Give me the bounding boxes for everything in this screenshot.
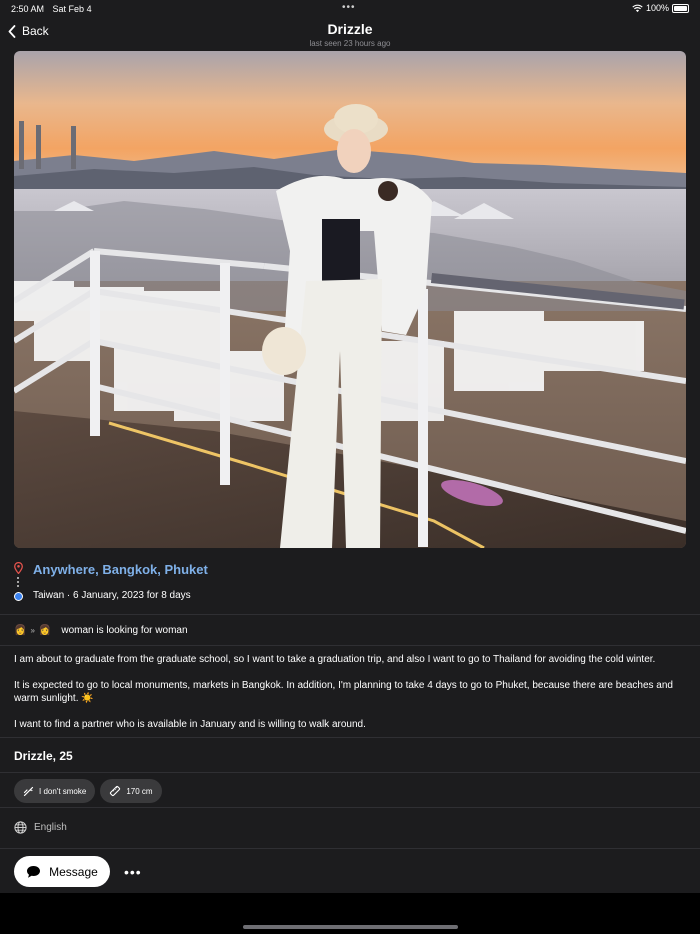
route-dots — [17, 577, 19, 589]
no-smoking-icon — [23, 786, 34, 796]
more-options-button[interactable]: ••• — [124, 864, 142, 880]
trip-location: Anywhere, Bangkok, Phuket Taiwan · 6 Jan… — [14, 560, 694, 610]
double-chevron-icon: » — [30, 626, 35, 635]
chip-no-smoking: I don't smoke — [14, 779, 96, 803]
chip-height: 170 cm — [100, 779, 162, 803]
globe-icon — [14, 821, 27, 834]
chip-label: 170 cm — [126, 786, 153, 796]
sun-emoji-icon: ☀️ — [81, 693, 94, 704]
divider — [0, 645, 700, 646]
looking-for: 👩 » 👩 woman is looking for woman — [14, 625, 188, 636]
wifi-icon — [632, 4, 643, 12]
status-left: 2:50 AM Sat Feb 4 — [11, 4, 98, 14]
divider — [0, 614, 700, 615]
woman-emoji-icon: 👩 — [38, 625, 52, 636]
destination-link[interactable]: Anywhere, Bangkok, Phuket — [33, 562, 208, 577]
description-paragraph: It is expected to go to local monuments,… — [14, 680, 673, 704]
woman-emoji-icon: 👩 — [14, 625, 27, 636]
chat-bubble-icon — [27, 865, 41, 878]
status-right: 100% — [632, 3, 689, 13]
battery-icon — [672, 3, 689, 13]
chip-label: I don't smoke — [39, 786, 87, 796]
battery-percent: 100% — [645, 3, 669, 13]
status-date: Sat Feb 4 — [52, 4, 92, 14]
divider — [0, 848, 700, 849]
status-bar: 2:50 AM Sat Feb 4 ••• 100% — [0, 0, 700, 18]
description-paragraph: I want to find a partner who is availabl… — [14, 719, 366, 730]
languages: English — [14, 821, 67, 834]
language-label: English — [34, 822, 67, 833]
map-pin-icon — [14, 562, 23, 574]
divider — [0, 737, 700, 738]
trip-description: I am about to graduate from the graduate… — [14, 653, 690, 731]
looking-for-text: woman is looking for woman — [61, 625, 188, 636]
divider — [0, 807, 700, 808]
description-paragraph: I am about to graduate from the graduate… — [14, 654, 656, 665]
origin-and-dates: Taiwan · 6 January, 2023 for 8 days — [33, 590, 191, 601]
name-age: Drizzle, 25 — [14, 749, 73, 763]
action-bar: Message ••• — [14, 856, 142, 887]
last-seen-status: last seen 23 hours ago — [309, 39, 391, 48]
page-title: Drizzle — [327, 21, 373, 37]
multitask-dots-icon[interactable]: ••• — [342, 2, 356, 13]
bottom-bar — [0, 893, 700, 934]
profile-photo[interactable] — [14, 51, 686, 548]
navigation-bar: Back Drizzle last seen 23 hours ago — [0, 18, 700, 51]
status-time: 2:50 AM — [11, 4, 45, 14]
ruler-icon — [110, 785, 121, 797]
message-button[interactable]: Message — [14, 856, 110, 887]
origin-dot-icon — [14, 592, 23, 601]
divider — [0, 772, 700, 773]
profile-chips: I don't smoke 170 cm — [14, 779, 162, 803]
message-label: Message — [49, 864, 98, 879]
home-indicator[interactable] — [243, 925, 458, 929]
